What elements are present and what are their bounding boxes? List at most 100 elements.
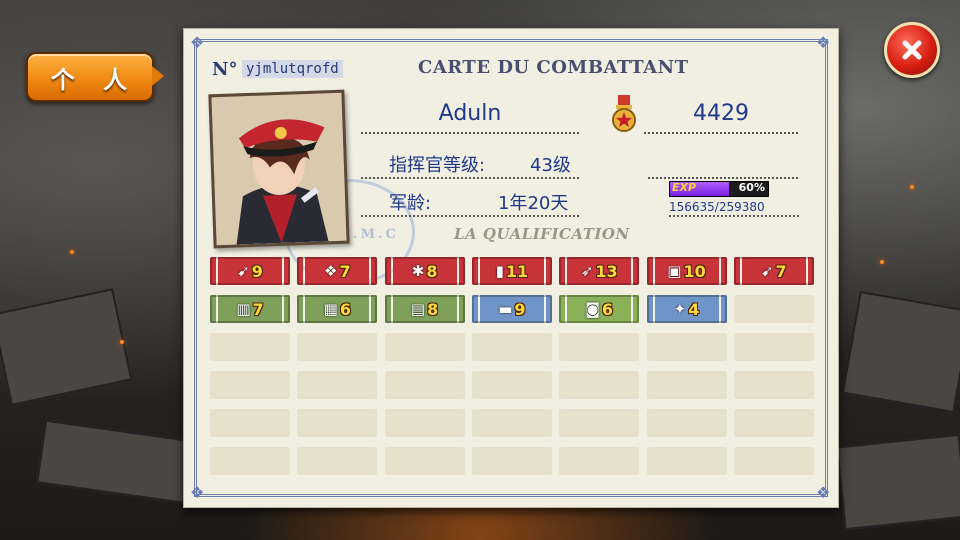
cannon-shell-icon: ▮ bbox=[495, 262, 504, 280]
service-age-label: 军龄: bbox=[389, 193, 432, 214]
qualification-title: LA QUALIFICATION bbox=[454, 225, 630, 243]
badge-count: 8 bbox=[426, 261, 438, 281]
corner-ornament-icon: ❖ bbox=[190, 483, 205, 502]
points-value: 4429 bbox=[693, 101, 749, 126]
divider bbox=[669, 215, 799, 217]
badge-count: 9 bbox=[251, 261, 263, 281]
tank-icon: ▬ bbox=[498, 300, 513, 318]
rocket-badge[interactable]: ➶ 13 bbox=[559, 257, 640, 285]
empty-badge-slot bbox=[559, 447, 640, 475]
empty-badge-slot bbox=[471, 371, 552, 399]
badge-count: 4 bbox=[688, 299, 700, 319]
empty-badge-slot bbox=[297, 371, 378, 399]
building-icon: ▥ bbox=[236, 300, 251, 318]
empty-badge-slot bbox=[471, 409, 552, 437]
commander-avatar bbox=[211, 92, 347, 246]
corner-ornament-icon: ❖ bbox=[190, 33, 205, 52]
ammo-icon: ➹ bbox=[760, 262, 774, 280]
corner-ornament-icon: ❖ bbox=[816, 483, 831, 502]
building-badge[interactable]: ▥ 7 bbox=[210, 295, 290, 323]
ember bbox=[880, 260, 884, 264]
badge-count: 7 bbox=[339, 261, 351, 281]
empty-badge-slot bbox=[733, 295, 814, 323]
empty-badge-slot bbox=[384, 333, 465, 361]
medal-icon bbox=[609, 95, 639, 139]
divider bbox=[361, 132, 579, 134]
player-id: yjmlutqrofd bbox=[242, 60, 343, 78]
empty-badge-slot bbox=[210, 447, 290, 475]
divider bbox=[361, 215, 579, 217]
fortress-badge[interactable]: ▦ 6 bbox=[297, 295, 378, 323]
grenade-icon: ✱ bbox=[411, 262, 425, 280]
shell-icon: ❖ bbox=[324, 262, 338, 280]
commander-portrait bbox=[208, 89, 350, 249]
exp-tag: EXP bbox=[672, 181, 697, 194]
cannon-shell-badge[interactable]: ▮ 11 bbox=[471, 257, 552, 285]
bunker-badge[interactable]: ▤ 8 bbox=[384, 295, 465, 323]
ember bbox=[70, 250, 74, 254]
empty-badge-slot bbox=[646, 447, 727, 475]
empty-badge-slot bbox=[210, 333, 290, 361]
rubble bbox=[36, 419, 198, 505]
empty-badge-slot bbox=[384, 371, 465, 399]
corner-ornament-icon: ❖ bbox=[816, 33, 831, 52]
badge-count: 13 bbox=[595, 261, 618, 281]
rocket-icon: ➶ bbox=[580, 262, 594, 280]
supply-badge[interactable]: ◙ 6 bbox=[559, 295, 640, 323]
service-age-value: 1年20天 bbox=[498, 193, 569, 214]
empty-badge-slot bbox=[559, 371, 640, 399]
bullet-icon: ➹ bbox=[237, 262, 250, 280]
number-label: N° bbox=[212, 59, 238, 80]
shell-badge[interactable]: ❖ 7 bbox=[297, 257, 378, 285]
empty-badge-slot bbox=[733, 333, 814, 361]
fortress-icon: ▦ bbox=[323, 300, 338, 318]
exp-bar: EXP 60% bbox=[669, 181, 769, 197]
badge-count: 6 bbox=[339, 299, 351, 319]
exp-percent: 60% bbox=[738, 181, 765, 194]
grenade-badge[interactable]: ✱ 8 bbox=[384, 257, 465, 285]
ammo-badge[interactable]: ➹ 7 bbox=[733, 257, 814, 285]
badge-count: 11 bbox=[505, 261, 529, 281]
level-value: 43级 bbox=[530, 155, 571, 176]
empty-badge-slot bbox=[646, 371, 727, 399]
close-icon bbox=[902, 40, 922, 60]
badge-count: 9 bbox=[514, 299, 526, 319]
lightbulb-icon: ✦ bbox=[673, 300, 687, 318]
empty-badge-slot bbox=[471, 447, 552, 475]
supply-icon: ◙ bbox=[585, 300, 600, 318]
lightbulb-badge[interactable]: ✦ 4 bbox=[646, 295, 727, 323]
empty-badge-slot bbox=[733, 371, 814, 399]
tank-badge[interactable]: ▬ 9 bbox=[471, 295, 552, 323]
personal-tab[interactable]: 个 人 bbox=[26, 52, 164, 102]
empty-badge-slot bbox=[210, 371, 290, 399]
rubble bbox=[0, 288, 133, 406]
bullet-badge[interactable]: ➹ 9 bbox=[210, 257, 290, 285]
badge-count: 8 bbox=[427, 299, 439, 319]
commander-name: Aduln bbox=[438, 101, 502, 126]
empty-badge-slot bbox=[559, 333, 640, 361]
empty-badge-slot bbox=[297, 333, 378, 361]
bunker-icon: ▤ bbox=[410, 300, 426, 318]
badge-count: 10 bbox=[683, 261, 706, 281]
rubble bbox=[841, 290, 960, 414]
empty-badge-slot bbox=[733, 447, 814, 475]
empty-badge-slot bbox=[733, 409, 814, 437]
badge-count: 7 bbox=[252, 299, 264, 319]
level-label: 指挥官等级: bbox=[389, 155, 486, 176]
close-button[interactable] bbox=[884, 22, 940, 78]
fuel-badge[interactable]: ▣ 10 bbox=[646, 257, 727, 285]
empty-badge-slot bbox=[297, 447, 378, 475]
divider bbox=[644, 132, 798, 134]
combatant-card: ❖ ❖ ❖ ❖ N° yjmlutqrofd CARTE DU COMBATTA… bbox=[183, 28, 839, 508]
divider bbox=[361, 177, 579, 179]
ember bbox=[120, 340, 124, 344]
card-title: CARTE DU COMBATTANT bbox=[418, 57, 689, 78]
empty-badge-slot bbox=[210, 409, 290, 437]
empty-badge-slot bbox=[384, 447, 465, 475]
empty-badge-slot bbox=[297, 409, 378, 437]
empty-badge-slot bbox=[646, 409, 727, 437]
ember bbox=[910, 185, 914, 189]
empty-badge-slot bbox=[471, 333, 552, 361]
empty-badge-slot bbox=[559, 409, 640, 437]
empty-badge-slot bbox=[646, 333, 727, 361]
